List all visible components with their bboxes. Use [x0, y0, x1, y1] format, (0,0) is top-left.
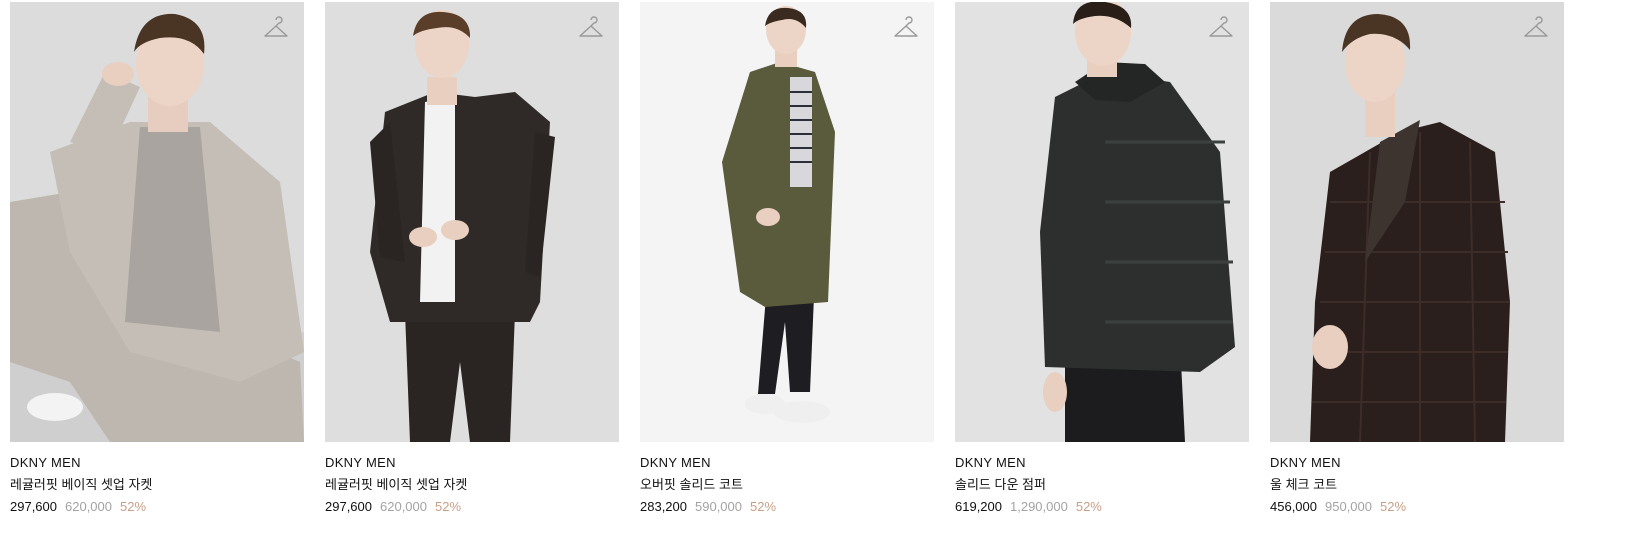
- brand-name[interactable]: DKNY MEN: [10, 455, 304, 471]
- price-row: 297,600 620,000 52%: [10, 499, 304, 515]
- product-grid: DKNY MEN 레귤러핏 베이직 셋업 자켓 297,600 620,000 52…: [10, 2, 1564, 515]
- brand-name[interactable]: DKNY MEN: [1270, 455, 1564, 471]
- discount-rate: 52%: [120, 499, 147, 514]
- brand-name[interactable]: DKNY MEN: [325, 455, 619, 471]
- sale-price: 297,600: [10, 499, 57, 514]
- price-row: 619,200 1,290,000 52%: [955, 499, 1249, 515]
- original-price: 590,000: [695, 499, 742, 514]
- original-price: 950,000: [1325, 499, 1372, 514]
- model-dark-brown-suit-image: [325, 2, 619, 442]
- product-name[interactable]: 레귤러핏 베이직 셋업 자켓: [325, 477, 619, 493]
- hanger-icon[interactable]: [263, 16, 289, 42]
- product-image[interactable]: [1270, 2, 1564, 442]
- product-name[interactable]: 레귤러핏 베이직 셋업 자켓: [10, 477, 304, 493]
- model-seated-beige-suit-image: [10, 2, 304, 442]
- brand-name[interactable]: DKNY MEN: [955, 455, 1249, 471]
- sale-price: 283,200: [640, 499, 687, 514]
- product-image[interactable]: [955, 2, 1249, 442]
- model-black-down-jacket-image: [955, 2, 1249, 442]
- product-name[interactable]: 오버핏 솔리드 코트: [640, 477, 934, 493]
- brand-name[interactable]: DKNY MEN: [640, 455, 934, 471]
- hanger-icon[interactable]: [1523, 16, 1549, 42]
- sale-price: 456,000: [1270, 499, 1317, 514]
- discount-rate: 52%: [1075, 499, 1102, 514]
- product-card[interactable]: DKNY MEN 오버핏 솔리드 코트 283,200 590,000 52%: [640, 2, 934, 515]
- product-name[interactable]: 솔리드 다운 점퍼: [955, 477, 1249, 493]
- product-image[interactable]: [640, 2, 934, 442]
- product-card[interactable]: DKNY MEN 레귤러핏 베이직 셋업 자켓 297,600 620,000 52…: [325, 2, 619, 515]
- discount-rate: 52%: [1380, 499, 1407, 514]
- model-wool-check-coat-image: [1270, 2, 1564, 442]
- hanger-icon[interactable]: [1208, 16, 1234, 42]
- original-price: 620,000: [380, 499, 427, 514]
- sale-price: 297,600: [325, 499, 372, 514]
- original-price: 620,000: [65, 499, 112, 514]
- price-row: 456,000 950,000 52%: [1270, 499, 1564, 515]
- price-row: 283,200 590,000 52%: [640, 499, 934, 515]
- discount-rate: 52%: [750, 499, 777, 514]
- product-card[interactable]: DKNY MEN 울 체크 코트 456,000 950,000 52%: [1270, 2, 1564, 515]
- price-row: 297,600 620,000 52%: [325, 499, 619, 515]
- product-name[interactable]: 울 체크 코트: [1270, 477, 1564, 493]
- product-image[interactable]: [325, 2, 619, 442]
- model-khaki-coat-image: [640, 2, 934, 442]
- product-card[interactable]: DKNY MEN 레귤러핏 베이직 셋업 자켓 297,600 620,000 52…: [10, 2, 304, 515]
- product-image[interactable]: [10, 2, 304, 442]
- product-card[interactable]: DKNY MEN 솔리드 다운 점퍼 619,200 1,290,000 52%: [955, 2, 1249, 515]
- hanger-icon[interactable]: [893, 16, 919, 42]
- original-price: 1,290,000: [1010, 499, 1068, 514]
- sale-price: 619,200: [955, 499, 1002, 514]
- hanger-icon[interactable]: [578, 16, 604, 42]
- discount-rate: 52%: [435, 499, 462, 514]
